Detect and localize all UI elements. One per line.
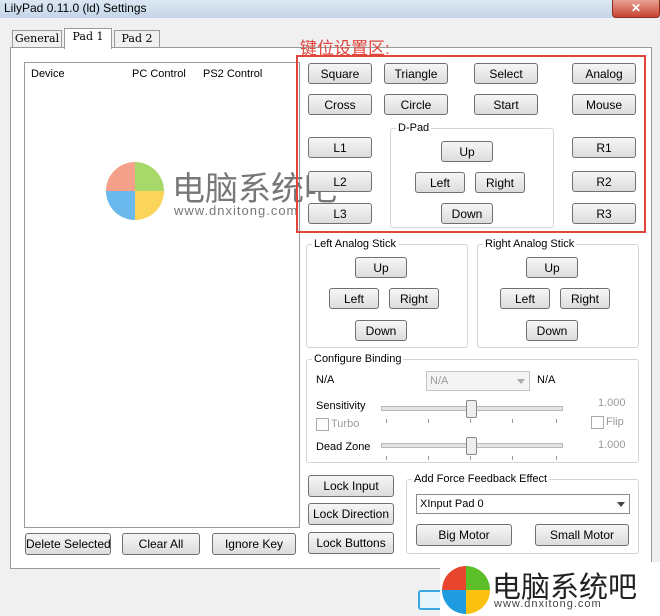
force-feedback-label: Add Force Feedback Effect	[412, 473, 550, 485]
binding-select[interactable]: N/A	[426, 371, 530, 391]
lock-direction-button[interactable]: Lock Direction	[308, 503, 394, 525]
triangle-button[interactable]: Triangle	[384, 63, 448, 84]
r2-button[interactable]: R2	[572, 171, 636, 192]
binding-source-text: N/A	[316, 374, 335, 386]
start-button[interactable]: Start	[474, 94, 538, 115]
delete-selected-button[interactable]: Delete Selected	[25, 533, 111, 555]
watermark-corner-url: www.dnxitong.com	[494, 598, 602, 610]
clear-all-button[interactable]: Clear All	[122, 533, 200, 555]
tab-general[interactable]: General	[12, 30, 62, 47]
dpad-down-button[interactable]: Down	[441, 203, 493, 224]
chevron-down-icon	[517, 379, 525, 384]
l3-button[interactable]: L3	[308, 203, 372, 224]
right-stick-right-button[interactable]: Right	[560, 288, 610, 309]
small-motor-button[interactable]: Small Motor	[535, 524, 629, 546]
binding-target-text: N/A	[537, 374, 556, 386]
column-pc-control[interactable]: PC Control	[132, 68, 186, 80]
right-stick-up-button[interactable]: Up	[526, 257, 578, 278]
deadzone-label: Dead Zone	[316, 441, 371, 453]
lock-input-button[interactable]: Lock Input	[308, 475, 394, 497]
right-stick-label: Right Analog Stick	[483, 238, 577, 250]
lock-buttons-button[interactable]: Lock Buttons	[308, 532, 394, 554]
binding-select-value: N/A	[430, 375, 449, 387]
tab-pad-1[interactable]: Pad 1	[64, 28, 112, 49]
force-feedback-device-select[interactable]: XInput Pad 0	[416, 494, 630, 514]
cross-button[interactable]: Cross	[308, 94, 372, 115]
square-button[interactable]: Square	[308, 63, 372, 84]
sensitivity-slider-thumb[interactable]	[466, 400, 477, 418]
dpad-label: D-Pad	[396, 122, 432, 134]
watermark-url: www.dnxitong.com	[174, 203, 299, 218]
tab-pad-2[interactable]: Pad 2	[114, 30, 160, 47]
settings-window: LilyPad 0.11.0 (ld) Settings ✕ General P…	[0, 0, 660, 616]
deadzone-slider-thumb[interactable]	[466, 437, 477, 455]
circle-button[interactable]: Circle	[384, 94, 448, 115]
l2-button[interactable]: L2	[308, 171, 372, 192]
configure-binding-label: Configure Binding	[312, 353, 404, 365]
window-title: LilyPad 0.11.0 (ld) Settings	[4, 1, 147, 15]
turbo-label: Turbo	[331, 418, 360, 430]
left-stick-label: Left Analog Stick	[312, 238, 398, 250]
flip-checkbox[interactable]	[591, 416, 604, 429]
right-stick-down-button[interactable]: Down	[526, 320, 578, 341]
left-stick-up-button[interactable]: Up	[355, 257, 407, 278]
r3-button[interactable]: R3	[572, 203, 636, 224]
turbo-checkbox[interactable]	[316, 418, 329, 431]
watermark-corner-logo	[442, 566, 490, 614]
close-button[interactable]: ✕	[612, 0, 660, 18]
device-list[interactable]	[24, 62, 300, 528]
left-stick-down-button[interactable]: Down	[355, 320, 407, 341]
dpad-left-button[interactable]: Left	[415, 172, 465, 193]
left-stick-left-button[interactable]: Left	[329, 288, 379, 309]
right-stick-left-button[interactable]: Left	[500, 288, 550, 309]
select-button[interactable]: Select	[474, 63, 538, 84]
chevron-down-icon	[617, 502, 625, 507]
big-motor-button[interactable]: Big Motor	[416, 524, 512, 546]
dpad-up-button[interactable]: Up	[441, 141, 493, 162]
flip-label: Flip	[606, 416, 624, 428]
analog-button[interactable]: Analog	[572, 63, 636, 84]
dpad-right-button[interactable]: Right	[475, 172, 525, 193]
deadzone-value: 1.000	[598, 439, 626, 451]
force-feedback-device-value: XInput Pad 0	[420, 498, 484, 510]
l1-button[interactable]: L1	[308, 137, 372, 158]
watermark-logo	[106, 162, 164, 220]
sensitivity-label: Sensitivity	[316, 400, 366, 412]
ignore-key-button[interactable]: Ignore Key	[212, 533, 296, 555]
column-device[interactable]: Device	[31, 68, 65, 80]
r1-button[interactable]: R1	[572, 137, 636, 158]
mouse-button[interactable]: Mouse	[572, 94, 636, 115]
left-stick-right-button[interactable]: Right	[389, 288, 439, 309]
watermark-corner: 电脑系统吧 www.dnxitong.com	[440, 562, 660, 616]
title-bar[interactable]: LilyPad 0.11.0 (ld) Settings ✕	[0, 0, 660, 18]
column-ps2-control[interactable]: PS2 Control	[203, 68, 262, 80]
sensitivity-value: 1.000	[598, 397, 626, 409]
